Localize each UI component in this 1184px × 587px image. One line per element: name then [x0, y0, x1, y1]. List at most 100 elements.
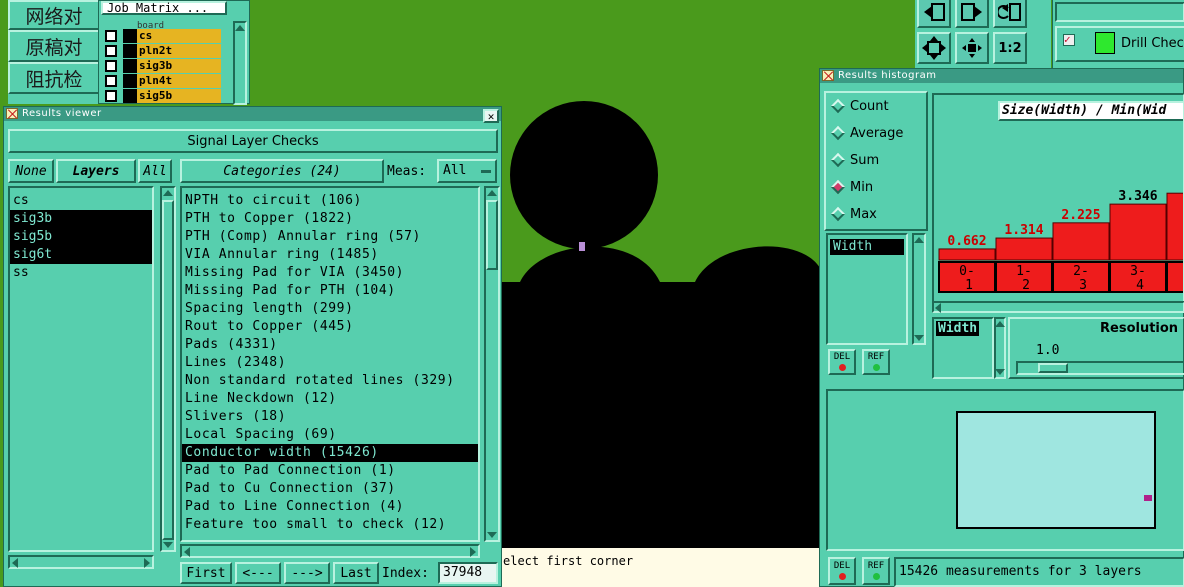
- undo-view-button[interactable]: [993, 0, 1027, 28]
- layers-h-scrollbar[interactable]: [8, 555, 154, 569]
- ref-button[interactable]: REF: [862, 557, 890, 585]
- measure-scrollbar[interactable]: [912, 233, 926, 345]
- results-viewer-titlebar[interactable]: Results viewer: [4, 107, 501, 121]
- bin-label-box[interactable]: [1166, 261, 1184, 293]
- matrix-layer-name[interactable]: sig3b: [137, 58, 221, 73]
- measure-list[interactable]: Width: [826, 233, 908, 345]
- mode-option-max[interactable]: Max: [826, 201, 926, 228]
- category-list-item[interactable]: PTH to Copper (1822): [182, 210, 478, 228]
- layers-button[interactable]: Layers: [56, 159, 136, 183]
- histogram-bar[interactable]: [1109, 203, 1167, 261]
- category-list-item[interactable]: Local Spacing (69): [182, 426, 478, 444]
- window-menu-icon[interactable]: [6, 108, 18, 119]
- matrix-layer-name[interactable]: pln2t: [137, 43, 221, 58]
- category-list-item[interactable]: Pad to Pad Connection (1): [182, 462, 478, 480]
- close-button[interactable]: ✕: [483, 109, 499, 123]
- results-histogram-titlebar[interactable]: Results histogram: [820, 69, 1183, 83]
- categories-button[interactable]: Categories (24): [180, 159, 384, 183]
- mode-option-count[interactable]: Count: [826, 93, 926, 120]
- category-list-item[interactable]: Spacing length (299): [182, 300, 478, 318]
- job-matrix-scrollbar[interactable]: [233, 21, 247, 105]
- index-field[interactable]: 37948: [438, 562, 498, 584]
- menu-item-impedance[interactable]: 阻抗检: [8, 62, 100, 94]
- last-button[interactable]: Last: [333, 562, 379, 584]
- fit-right-button[interactable]: [955, 0, 989, 28]
- category-list-item[interactable]: Pads (4331): [182, 336, 478, 354]
- histogram-bar[interactable]: [995, 237, 1053, 261]
- del-button[interactable]: DEL: [828, 557, 856, 585]
- category-list-item[interactable]: Lines (2348): [182, 354, 478, 372]
- fit-left-button[interactable]: [917, 0, 951, 28]
- none-button[interactable]: None: [8, 159, 54, 183]
- category-list-item[interactable]: Feature too small to check (12): [182, 516, 478, 534]
- matrix-row[interactable]: cs: [101, 28, 221, 43]
- zoom-in-button[interactable]: [955, 32, 989, 64]
- mode-option-average[interactable]: Average: [826, 120, 926, 147]
- menu-item-network[interactable]: 网络对: [8, 0, 100, 30]
- category-list-item[interactable]: VIA Annular ring (1485): [182, 246, 478, 264]
- zoom-ratio-button[interactable]: 1:2: [993, 32, 1027, 64]
- layer-list-item[interactable]: ss: [10, 264, 152, 282]
- layer-list-item[interactable]: cs: [10, 192, 152, 210]
- histogram-h-scrollbar[interactable]: [932, 301, 1184, 313]
- checkbox-icon[interactable]: [105, 29, 117, 42]
- category-list-item[interactable]: NPTH to circuit (106): [182, 192, 478, 210]
- categories-list[interactable]: NPTH to circuit (106) PTH to Copper (1822…: [180, 186, 480, 542]
- category-list-item[interactable]: Line Neckdown (12): [182, 390, 478, 408]
- checkbox-icon[interactable]: [105, 44, 117, 57]
- category-list-item[interactable]: PTH (Comp) Annular ring (57): [182, 228, 478, 246]
- histogram-chart[interactable]: Size(Width) / Min(Wid 0.662 0- 1 1.314 1- 2 2.…: [932, 93, 1184, 303]
- matrix-row[interactable]: pln4t: [101, 73, 221, 88]
- matrix-row[interactable]: sig5b: [101, 88, 221, 103]
- layers-scrollbar[interactable]: [160, 186, 176, 552]
- layer-list-item[interactable]: sig5b: [10, 228, 152, 246]
- width-field-box[interactable]: Width: [932, 317, 994, 379]
- histogram-bar[interactable]: [938, 248, 996, 261]
- layers-list[interactable]: cs sig3b sig5b sig6t ss: [8, 186, 154, 552]
- category-list-item[interactable]: Rout to Copper (445): [182, 318, 478, 336]
- job-matrix-title[interactable]: Job Matrix ...: [101, 1, 227, 15]
- prev-button[interactable]: <---: [235, 562, 281, 584]
- width-field-scrollbar[interactable]: [994, 317, 1006, 379]
- ref-measure-button[interactable]: REF: [862, 349, 890, 375]
- matrix-layer-name[interactable]: sig5b: [137, 88, 221, 103]
- category-list-item[interactable]: Non standard rotated lines (329): [182, 372, 478, 390]
- meas-dropdown[interactable]: All: [437, 159, 497, 183]
- measure-list-item[interactable]: Width: [830, 239, 904, 255]
- preview-area[interactable]: [826, 389, 1184, 551]
- resolution-slider[interactable]: [1016, 361, 1184, 375]
- slider-thumb[interactable]: [1038, 363, 1068, 373]
- category-list-item[interactable]: Pad to Line Connection (4): [182, 498, 478, 516]
- category-list-item[interactable]: Missing Pad for VIA (3450): [182, 264, 478, 282]
- histogram-bar[interactable]: [1052, 222, 1110, 261]
- matrix-layer-name[interactable]: cs: [137, 28, 221, 43]
- matrix-row[interactable]: sig3b: [101, 58, 221, 73]
- layer-list-item[interactable]: sig6t: [10, 246, 152, 264]
- category-list-item[interactable]: Slivers (18): [182, 408, 478, 426]
- matrix-row[interactable]: pln2t: [101, 43, 221, 58]
- menu-item-artwork[interactable]: 原稿对: [8, 30, 100, 62]
- mode-option-min[interactable]: Min: [826, 174, 926, 201]
- drill-checks-item[interactable]: ✓ Drill Chec: [1055, 26, 1184, 62]
- category-list-item[interactable]: Conductor width (15426): [182, 444, 478, 462]
- checkbox-icon[interactable]: [105, 59, 117, 72]
- categories-h-scrollbar[interactable]: [180, 544, 480, 558]
- category-list-item[interactable]: Missing Pad for PTH (104): [182, 282, 478, 300]
- zoom-extents-button[interactable]: [917, 32, 951, 64]
- cursor-marker: [579, 242, 585, 251]
- category-list-item[interactable]: Pad to Cu Connection (37): [182, 480, 478, 498]
- next-button[interactable]: --->: [284, 562, 330, 584]
- window-menu-icon[interactable]: [822, 70, 834, 81]
- checkbox-icon[interactable]: [105, 89, 117, 102]
- first-button[interactable]: First: [180, 562, 232, 584]
- del-measure-button[interactable]: DEL: [828, 349, 856, 375]
- all-layers-button[interactable]: All: [138, 159, 172, 183]
- matrix-layer-name[interactable]: pln4t: [137, 73, 221, 88]
- categories-scrollbar[interactable]: [484, 186, 500, 542]
- mode-option-sum[interactable]: Sum: [826, 147, 926, 174]
- checkbox-icon[interactable]: [105, 74, 117, 87]
- layer-list-item[interactable]: sig3b: [10, 210, 152, 228]
- histogram-bar[interactable]: [1166, 192, 1184, 261]
- cad-canvas[interactable]: [500, 0, 820, 548]
- signal-layer-checks-header[interactable]: Signal Layer Checks: [8, 129, 498, 153]
